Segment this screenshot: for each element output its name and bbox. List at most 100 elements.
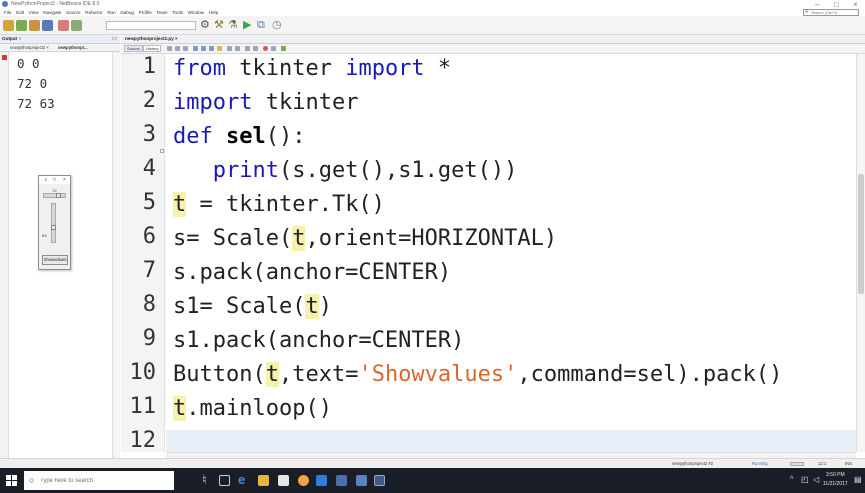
tray-chevron-icon[interactable]: ^ [790, 476, 793, 483]
comment-icon[interactable] [245, 46, 250, 51]
find-icon[interactable] [193, 46, 198, 51]
new-file-icon[interactable] [3, 20, 14, 31]
find-previous-icon[interactable] [201, 46, 206, 51]
menu-view[interactable]: View [29, 9, 39, 16]
firefox-icon[interactable] [298, 475, 309, 486]
tk-maximize-button[interactable]: □ [53, 176, 56, 184]
new-project-icon[interactable] [16, 20, 27, 31]
minimize-button[interactable]: – [815, 0, 819, 9]
main-toolbar: ⚙ ⚒ ⚗ ▶ ⧉ ◷ [0, 16, 865, 35]
menu-profile[interactable]: Profile [139, 9, 152, 16]
history-tab-button[interactable]: History [143, 45, 162, 52]
file-explorer-icon[interactable] [258, 475, 269, 486]
source-tab-button[interactable]: Source [124, 45, 143, 52]
running-project-label[interactable]: newpythonproject2 #2 [672, 461, 713, 466]
stop-macro-icon[interactable] [263, 46, 268, 51]
menu-run[interactable]: Run [107, 9, 115, 16]
menu-debug[interactable]: Debug [120, 9, 134, 16]
menu-source[interactable]: Source [66, 9, 81, 16]
windows-start-icon[interactable] [6, 475, 17, 486]
word-icon[interactable] [316, 475, 327, 486]
menu-window[interactable]: Window [188, 9, 204, 16]
taskbar-search-input[interactable] [40, 475, 170, 486]
stop-icon[interactable] [2, 55, 7, 60]
find-next-icon[interactable] [209, 46, 214, 51]
highlighted-identifier: t [173, 396, 187, 421]
menu-navigate[interactable]: Navigate [43, 9, 61, 16]
run-icon[interactable]: ▶ [243, 19, 251, 32]
redo-icon[interactable] [71, 20, 82, 31]
network-icon[interactable]: ◰ [801, 475, 809, 484]
netbeans-taskbar-icon[interactable] [374, 475, 385, 486]
editor-scroll-thumb[interactable] [858, 174, 864, 294]
output-tabs: newpythonproject2 × newpythonpr... [0, 44, 120, 52]
line-number: 2 [142, 88, 156, 113]
output-line: 0 0 [17, 56, 40, 71]
undo-icon[interactable] [58, 20, 69, 31]
menu-help[interactable]: Help [209, 9, 218, 16]
editor-tab-file[interactable]: newpythonproject2.py × [125, 36, 178, 41]
output-tab-project[interactable]: newpythonproject2 × [10, 45, 49, 50]
profile-icon[interactable]: ◷ [272, 19, 282, 32]
line-number: 3 [142, 122, 156, 147]
open-project-icon[interactable] [29, 20, 40, 31]
shift-right-icon[interactable] [235, 46, 240, 51]
netbeans-app-icon [2, 1, 8, 7]
volume-icon[interactable]: ◁ [813, 475, 819, 484]
edge-browser-icon[interactable]: e [238, 472, 245, 488]
menu-file[interactable]: File [4, 9, 11, 16]
toggle-highlight-icon[interactable] [217, 46, 222, 51]
output-scrollbar[interactable] [112, 52, 120, 468]
shift-left-icon[interactable] [227, 46, 232, 51]
highlighted-identifier: t [292, 226, 306, 251]
line-number: 12 [129, 428, 157, 453]
macro-icon[interactable] [271, 46, 276, 51]
code-editor[interactable]: from tkinter import * import tkinter def… [166, 54, 856, 452]
clean-build-icon[interactable]: ⚗ [228, 19, 238, 32]
taskbar-search-icon: ○ [29, 475, 35, 485]
task-view-icon[interactable] [219, 475, 230, 486]
fold-toggle-icon[interactable] [160, 149, 164, 153]
showvalues-button[interactable]: Showvalues [42, 255, 68, 265]
clock-time[interactable]: 3:50 PM [826, 472, 845, 478]
menu-refactor[interactable]: Refactor [85, 9, 102, 16]
app-icon[interactable] [336, 475, 347, 486]
menu-team[interactable]: Team [156, 9, 167, 16]
config-settings-icon[interactable]: ⚙ [200, 19, 210, 32]
microphone-icon[interactable]: ♮ [202, 472, 207, 488]
editor-vertical-scrollbar[interactable] [856, 54, 865, 452]
maximize-button[interactable]: □ [834, 0, 839, 9]
run-file-icon[interactable] [281, 46, 286, 51]
output-tab-newpython[interactable]: newpythonpr... [58, 45, 88, 50]
store-icon[interactable] [278, 475, 289, 486]
back-icon[interactable] [175, 46, 180, 51]
ide-search-input[interactable] [811, 10, 857, 15]
code-text: ,command=sel).pack() [517, 362, 783, 387]
menu-edit[interactable]: Edit [16, 9, 24, 16]
ide-search-box[interactable]: ⚲ [803, 9, 859, 16]
save-all-icon[interactable] [42, 20, 53, 31]
clock-date[interactable]: 11/21/2017 [823, 481, 848, 487]
last-edit-icon[interactable] [167, 46, 172, 51]
notifications-icon[interactable]: ▤ [854, 475, 862, 484]
output-minimize-icon[interactable]: ▭ [111, 35, 117, 42]
vertical-scale-thumb[interactable] [51, 225, 56, 230]
windows-taskbar: ○ ♮ e ^ ◰ ◁ 3:50 PM 11/21/2017 ▤ [0, 468, 865, 493]
code-line-6: s= Scale(t,orient=HORIZONTAL) [173, 226, 557, 251]
vertical-scale[interactable] [51, 203, 56, 243]
tk-close-button[interactable]: × [63, 176, 66, 184]
configuration-select[interactable] [106, 21, 196, 30]
close-button[interactable]: × [853, 0, 858, 9]
forward-icon[interactable] [183, 46, 188, 51]
uncomment-icon[interactable] [253, 46, 258, 51]
function-name: sel [226, 124, 266, 149]
horizontal-scale-thumb[interactable] [56, 193, 61, 198]
code-text: = tkinter.Tk() [186, 192, 385, 217]
menu-tools[interactable]: Tools [172, 9, 183, 16]
horizontal-scale[interactable] [43, 193, 66, 198]
taskbar-search-box[interactable]: ○ [24, 471, 174, 490]
output-close-icon[interactable]: × [19, 36, 22, 41]
debug-icon[interactable]: ⧉ [257, 19, 265, 32]
build-hammer-icon[interactable]: ⚒ [214, 19, 224, 32]
app-icon[interactable] [356, 475, 367, 486]
